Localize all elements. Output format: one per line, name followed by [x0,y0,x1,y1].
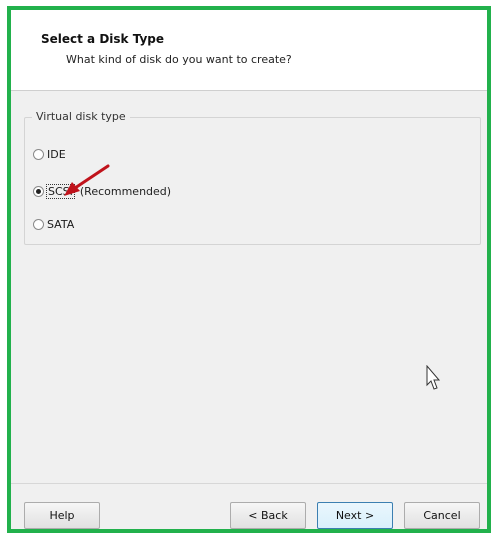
back-button[interactable]: < Back [230,502,306,529]
wizard-header: Select a Disk Type What kind of disk do … [11,10,487,91]
group-legend: Virtual disk type [32,110,130,123]
mouse-cursor-icon [426,365,441,390]
page-subtitle: What kind of disk do you want to create? [66,53,292,66]
radio-label-sata: SATA [47,217,75,231]
help-button[interactable]: Help [24,502,100,529]
cancel-button[interactable]: Cancel [404,502,480,529]
radio-option-sata[interactable]: SATA [33,216,74,232]
page-title: Select a Disk Type [41,32,165,46]
next-button[interactable]: Next > [317,502,393,529]
wizard-dialog: Select a Disk Type What kind of disk do … [7,6,491,533]
radio-button-scsi[interactable] [33,185,44,197]
radio-button-ide[interactable] [33,148,44,160]
radio-label-ide[interactable]: IDE [47,148,66,161]
annotation-arrow-icon [64,164,110,196]
radio-button-sata[interactable] [33,218,44,230]
footer-separator [11,483,487,484]
